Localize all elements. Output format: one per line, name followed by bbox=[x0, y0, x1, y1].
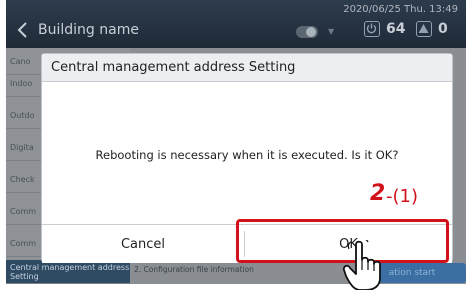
dialog-message: Rebooting is necessary when it is execut… bbox=[95, 148, 399, 162]
power-icon[interactable] bbox=[364, 21, 380, 37]
display-toggle[interactable] bbox=[296, 26, 318, 38]
sidebar-item-central-management[interactable]: Central management address Setting bbox=[6, 260, 130, 284]
device-frame: Building name 2020/06/25 Thu. 13:49 ▼ 64… bbox=[0, 0, 472, 290]
step-substep: -(1) bbox=[386, 186, 418, 207]
warning-icon[interactable] bbox=[416, 21, 432, 37]
dialog-title: Central management address Setting bbox=[42, 54, 452, 82]
header-bar: Building name 2020/06/25 Thu. 13:49 ▼ 64… bbox=[6, 0, 466, 48]
pointing-hand-icon bbox=[342, 240, 381, 290]
building-name: Building name bbox=[38, 22, 139, 38]
warning-count: 0 bbox=[438, 21, 448, 37]
chevron-down-icon[interactable]: ▼ bbox=[328, 27, 334, 36]
step-number: 2 bbox=[370, 181, 386, 206]
configuration-info-label: 2. Configuration file information bbox=[134, 265, 254, 274]
cancel-button[interactable]: Cancel bbox=[42, 225, 244, 263]
power-count: 64 bbox=[386, 21, 406, 37]
datetime: 2020/06/25 Thu. 13:49 bbox=[343, 4, 458, 15]
chevron-left-icon[interactable] bbox=[14, 20, 32, 40]
